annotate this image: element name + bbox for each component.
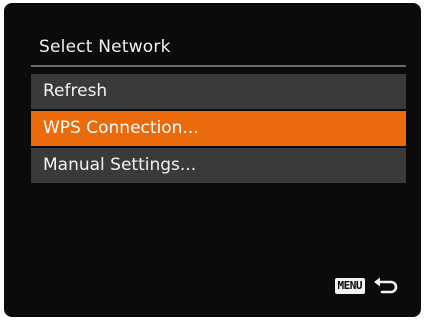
footer-hint: MENU (334, 277, 400, 295)
menu-item-manual-settings[interactable]: Manual Settings... (31, 148, 406, 183)
menu-item-wps-connection[interactable]: WPS Connection... (31, 111, 406, 146)
menu-button[interactable]: MENU (334, 278, 365, 294)
menu-item-refresh[interactable]: Refresh (31, 74, 406, 109)
screen-title: Select Network (39, 37, 171, 57)
network-menu: Refresh WPS Connection... Manual Setting… (31, 74, 406, 185)
back-arrow-icon[interactable] (373, 277, 399, 295)
title-divider (31, 65, 406, 67)
camera-screen: Select Network Refresh WPS Connection...… (4, 3, 421, 317)
